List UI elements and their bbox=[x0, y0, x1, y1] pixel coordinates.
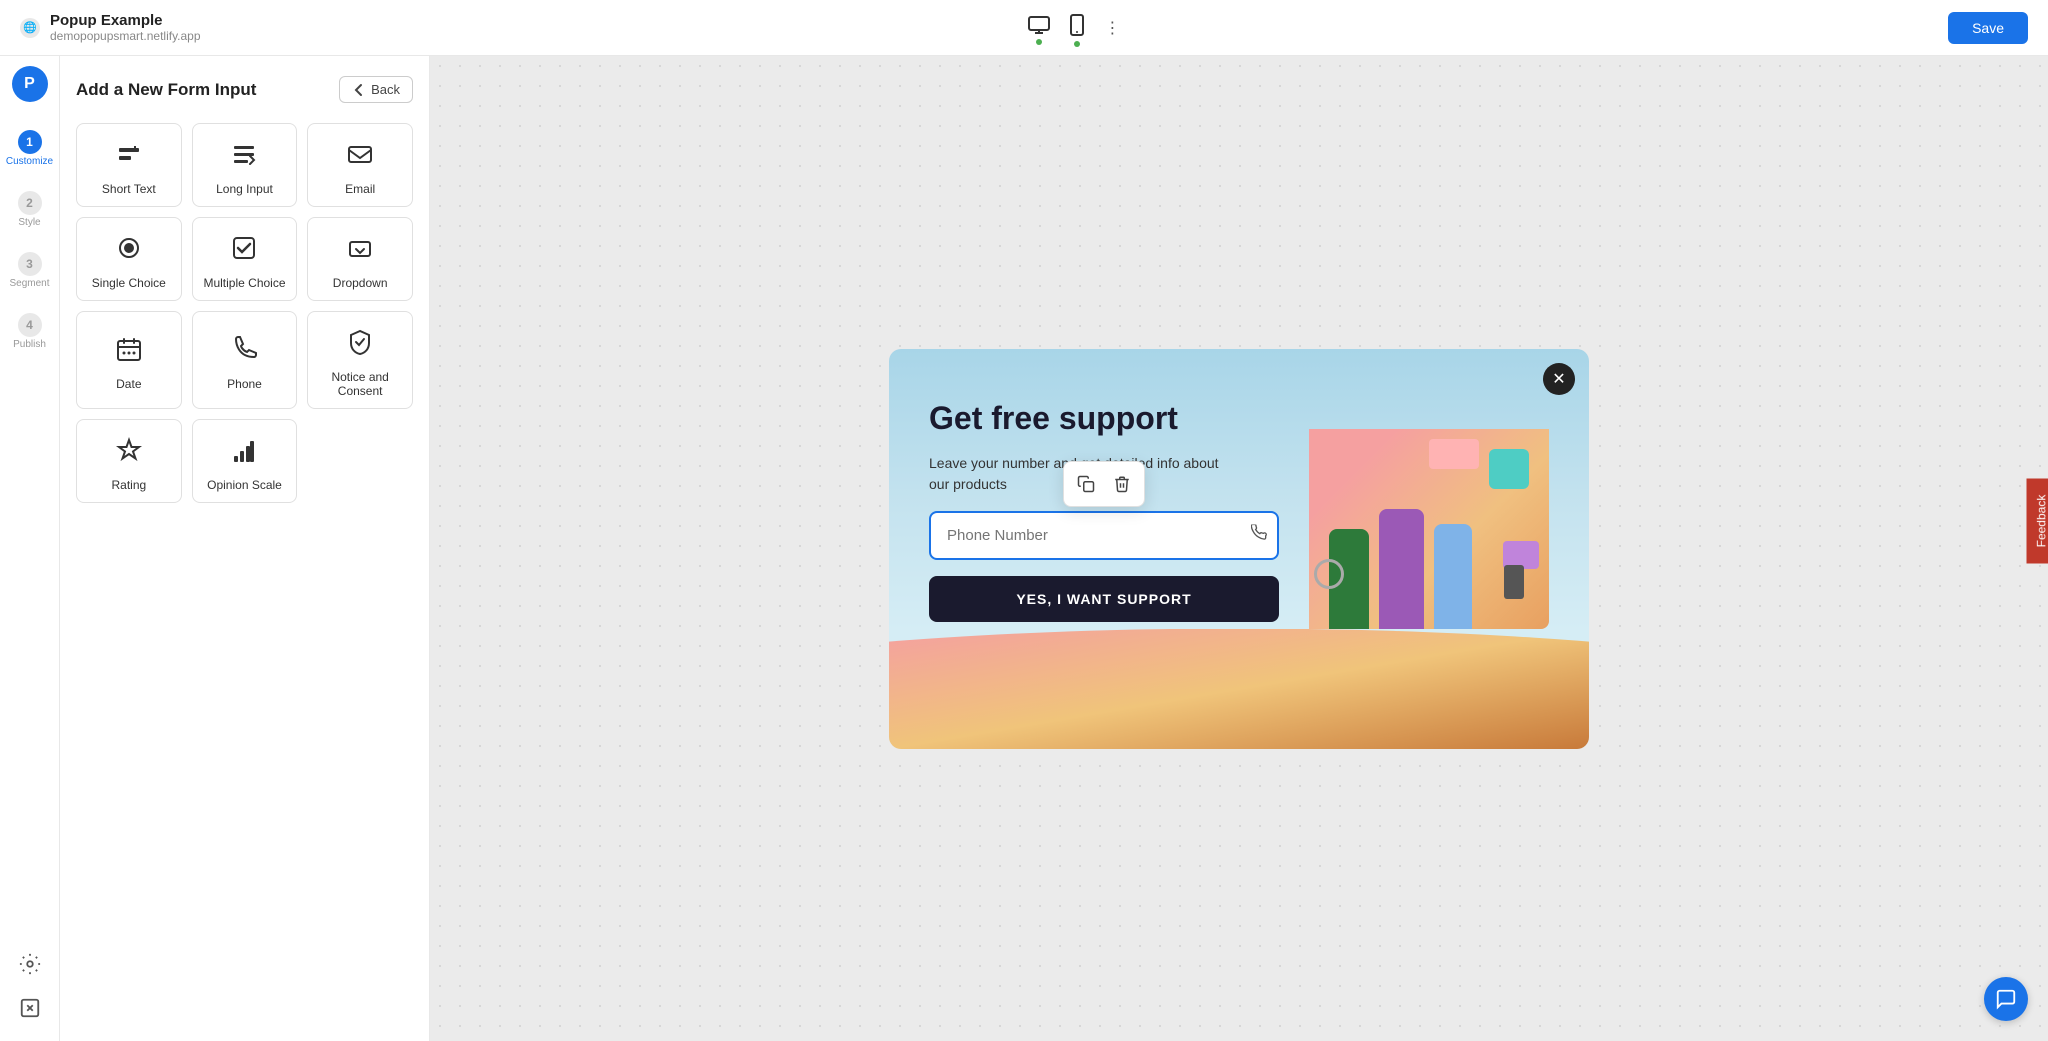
view-switcher: ⋮ bbox=[1024, 10, 1124, 45]
illus-globe bbox=[1314, 559, 1344, 589]
back-label: Back bbox=[371, 82, 400, 97]
popup-card: ✕ Get free support Leave your number and… bbox=[889, 349, 1589, 749]
email-icon bbox=[346, 140, 374, 174]
top-bar-right: Save bbox=[1948, 12, 2028, 44]
top-bar: 🌐 Popup Example demopopupsmart.netlify.a… bbox=[0, 0, 2048, 56]
close-icon: ✕ bbox=[1552, 369, 1565, 389]
phone-number-input[interactable] bbox=[929, 511, 1279, 560]
phone-icon bbox=[230, 335, 258, 369]
short-text-icon bbox=[115, 140, 143, 174]
rating-label: Rating bbox=[111, 478, 146, 492]
phone-input-wrapper bbox=[929, 511, 1279, 560]
nav-step-segment[interactable]: 3 Segment bbox=[0, 244, 59, 297]
step-label-publish: Publish bbox=[13, 339, 46, 350]
chat-bubble[interactable] bbox=[1984, 977, 2028, 1021]
preview-area: ✕ Get free support Leave your number and… bbox=[430, 56, 2048, 1041]
nav-bottom bbox=[19, 953, 41, 1041]
desktop-view-btn[interactable] bbox=[1024, 12, 1054, 43]
panel-title: Add a New Form Input bbox=[76, 80, 256, 100]
short-text-label: Short Text bbox=[102, 182, 156, 196]
notice-consent-icon bbox=[346, 328, 374, 362]
illus-phone bbox=[1504, 565, 1524, 599]
input-type-phone[interactable]: Phone bbox=[192, 311, 298, 409]
nav-step-publish[interactable]: 4 Publish bbox=[0, 305, 59, 358]
illus-pink-bar bbox=[1429, 439, 1479, 469]
input-type-rating[interactable]: Rating bbox=[76, 419, 182, 503]
popup-url: demopopupsmart.netlify.app bbox=[50, 29, 201, 43]
help-button[interactable] bbox=[19, 997, 41, 1025]
popup-title: Popup Example bbox=[50, 12, 201, 29]
panel-header: Add a New Form Input Back bbox=[76, 76, 413, 103]
globe-icon: 🌐 bbox=[20, 18, 40, 38]
rating-icon bbox=[115, 436, 143, 470]
input-type-dropdown[interactable]: Dropdown bbox=[307, 217, 413, 301]
multiple-choice-label: Multiple Choice bbox=[203, 276, 285, 290]
input-type-short-text[interactable]: Short Text bbox=[76, 123, 182, 207]
site-info: Popup Example demopopupsmart.netlify.app bbox=[50, 12, 201, 43]
email-label: Email bbox=[345, 182, 375, 196]
popup-illustration bbox=[1309, 429, 1549, 629]
step-label-segment: Segment bbox=[9, 278, 49, 289]
input-type-email[interactable]: Email bbox=[307, 123, 413, 207]
multiple-choice-icon bbox=[230, 234, 258, 268]
desktop-active-dot bbox=[1036, 39, 1042, 45]
popup-content: Get free support Leave your number and g… bbox=[889, 349, 1589, 629]
long-input-icon bbox=[230, 140, 258, 174]
illus-teal-square bbox=[1489, 449, 1529, 489]
phone-label: Phone bbox=[227, 377, 262, 391]
more-options-btn[interactable]: ⋮ bbox=[1100, 14, 1124, 42]
notice-consent-label: Notice and Consent bbox=[316, 370, 404, 398]
feedback-tab[interactable]: Feedback bbox=[2027, 478, 2048, 563]
date-label: Date bbox=[116, 377, 141, 391]
popup-input-section bbox=[929, 511, 1279, 560]
date-icon bbox=[115, 335, 143, 369]
popup-close-button[interactable]: ✕ bbox=[1543, 363, 1575, 395]
cta-button[interactable]: YES, I WANT SUPPORT bbox=[929, 576, 1279, 622]
logo-button[interactable]: P bbox=[12, 66, 48, 102]
context-menu bbox=[1063, 461, 1145, 507]
top-bar-left: 🌐 Popup Example demopopupsmart.netlify.a… bbox=[20, 12, 201, 43]
input-type-notice-consent[interactable]: Notice and Consent bbox=[307, 311, 413, 409]
nav-steps: 1 Customize 2 Style 3 Segment 4 Publish bbox=[0, 122, 59, 358]
dropdown-label: Dropdown bbox=[333, 276, 388, 290]
form-panel: Add a New Form Input Back Short Text Lon… bbox=[60, 56, 430, 1041]
copy-button[interactable] bbox=[1068, 466, 1104, 502]
popup-bottom bbox=[889, 629, 1589, 749]
dropdown-icon bbox=[346, 234, 374, 268]
illus-person-3 bbox=[1434, 524, 1472, 629]
left-nav: P 1 Customize 2 Style 3 Segment 4 Publis… bbox=[0, 56, 60, 1041]
step-num-2: 2 bbox=[18, 191, 42, 215]
step-label-style: Style bbox=[18, 217, 40, 228]
long-input-label: Long Input bbox=[216, 182, 273, 196]
single-choice-icon bbox=[115, 234, 143, 268]
popup-heading: Get free support bbox=[929, 399, 1279, 437]
opinion-scale-icon bbox=[230, 436, 258, 470]
input-type-date[interactable]: Date bbox=[76, 311, 182, 409]
delete-button[interactable] bbox=[1104, 466, 1140, 502]
illus-person-2 bbox=[1379, 509, 1424, 629]
input-type-multiple-choice[interactable]: Multiple Choice bbox=[192, 217, 298, 301]
input-type-opinion-scale[interactable]: Opinion Scale bbox=[192, 419, 298, 503]
input-type-single-choice[interactable]: Single Choice bbox=[76, 217, 182, 301]
input-type-grid: Short Text Long Input Email bbox=[76, 123, 413, 503]
step-num-4: 4 bbox=[18, 313, 42, 337]
input-type-long-input[interactable]: Long Input bbox=[192, 123, 298, 207]
nav-step-customize[interactable]: 1 Customize bbox=[0, 122, 59, 175]
step-label-customize: Customize bbox=[6, 156, 53, 167]
phone-input-icon bbox=[1251, 525, 1267, 546]
nav-step-style[interactable]: 2 Style bbox=[0, 183, 59, 236]
step-num-3: 3 bbox=[18, 252, 42, 276]
save-button[interactable]: Save bbox=[1948, 12, 2028, 44]
terrain-decoration bbox=[889, 629, 1589, 749]
back-button[interactable]: Back bbox=[339, 76, 413, 103]
step-num-1: 1 bbox=[18, 130, 42, 154]
opinion-scale-label: Opinion Scale bbox=[207, 478, 282, 492]
single-choice-label: Single Choice bbox=[92, 276, 166, 290]
mobile-view-btn[interactable] bbox=[1066, 10, 1088, 45]
settings-button[interactable] bbox=[19, 953, 41, 981]
popup-right bbox=[1309, 399, 1549, 629]
mobile-active-dot bbox=[1074, 41, 1080, 47]
popup-left: Get free support Leave your number and g… bbox=[929, 399, 1279, 629]
